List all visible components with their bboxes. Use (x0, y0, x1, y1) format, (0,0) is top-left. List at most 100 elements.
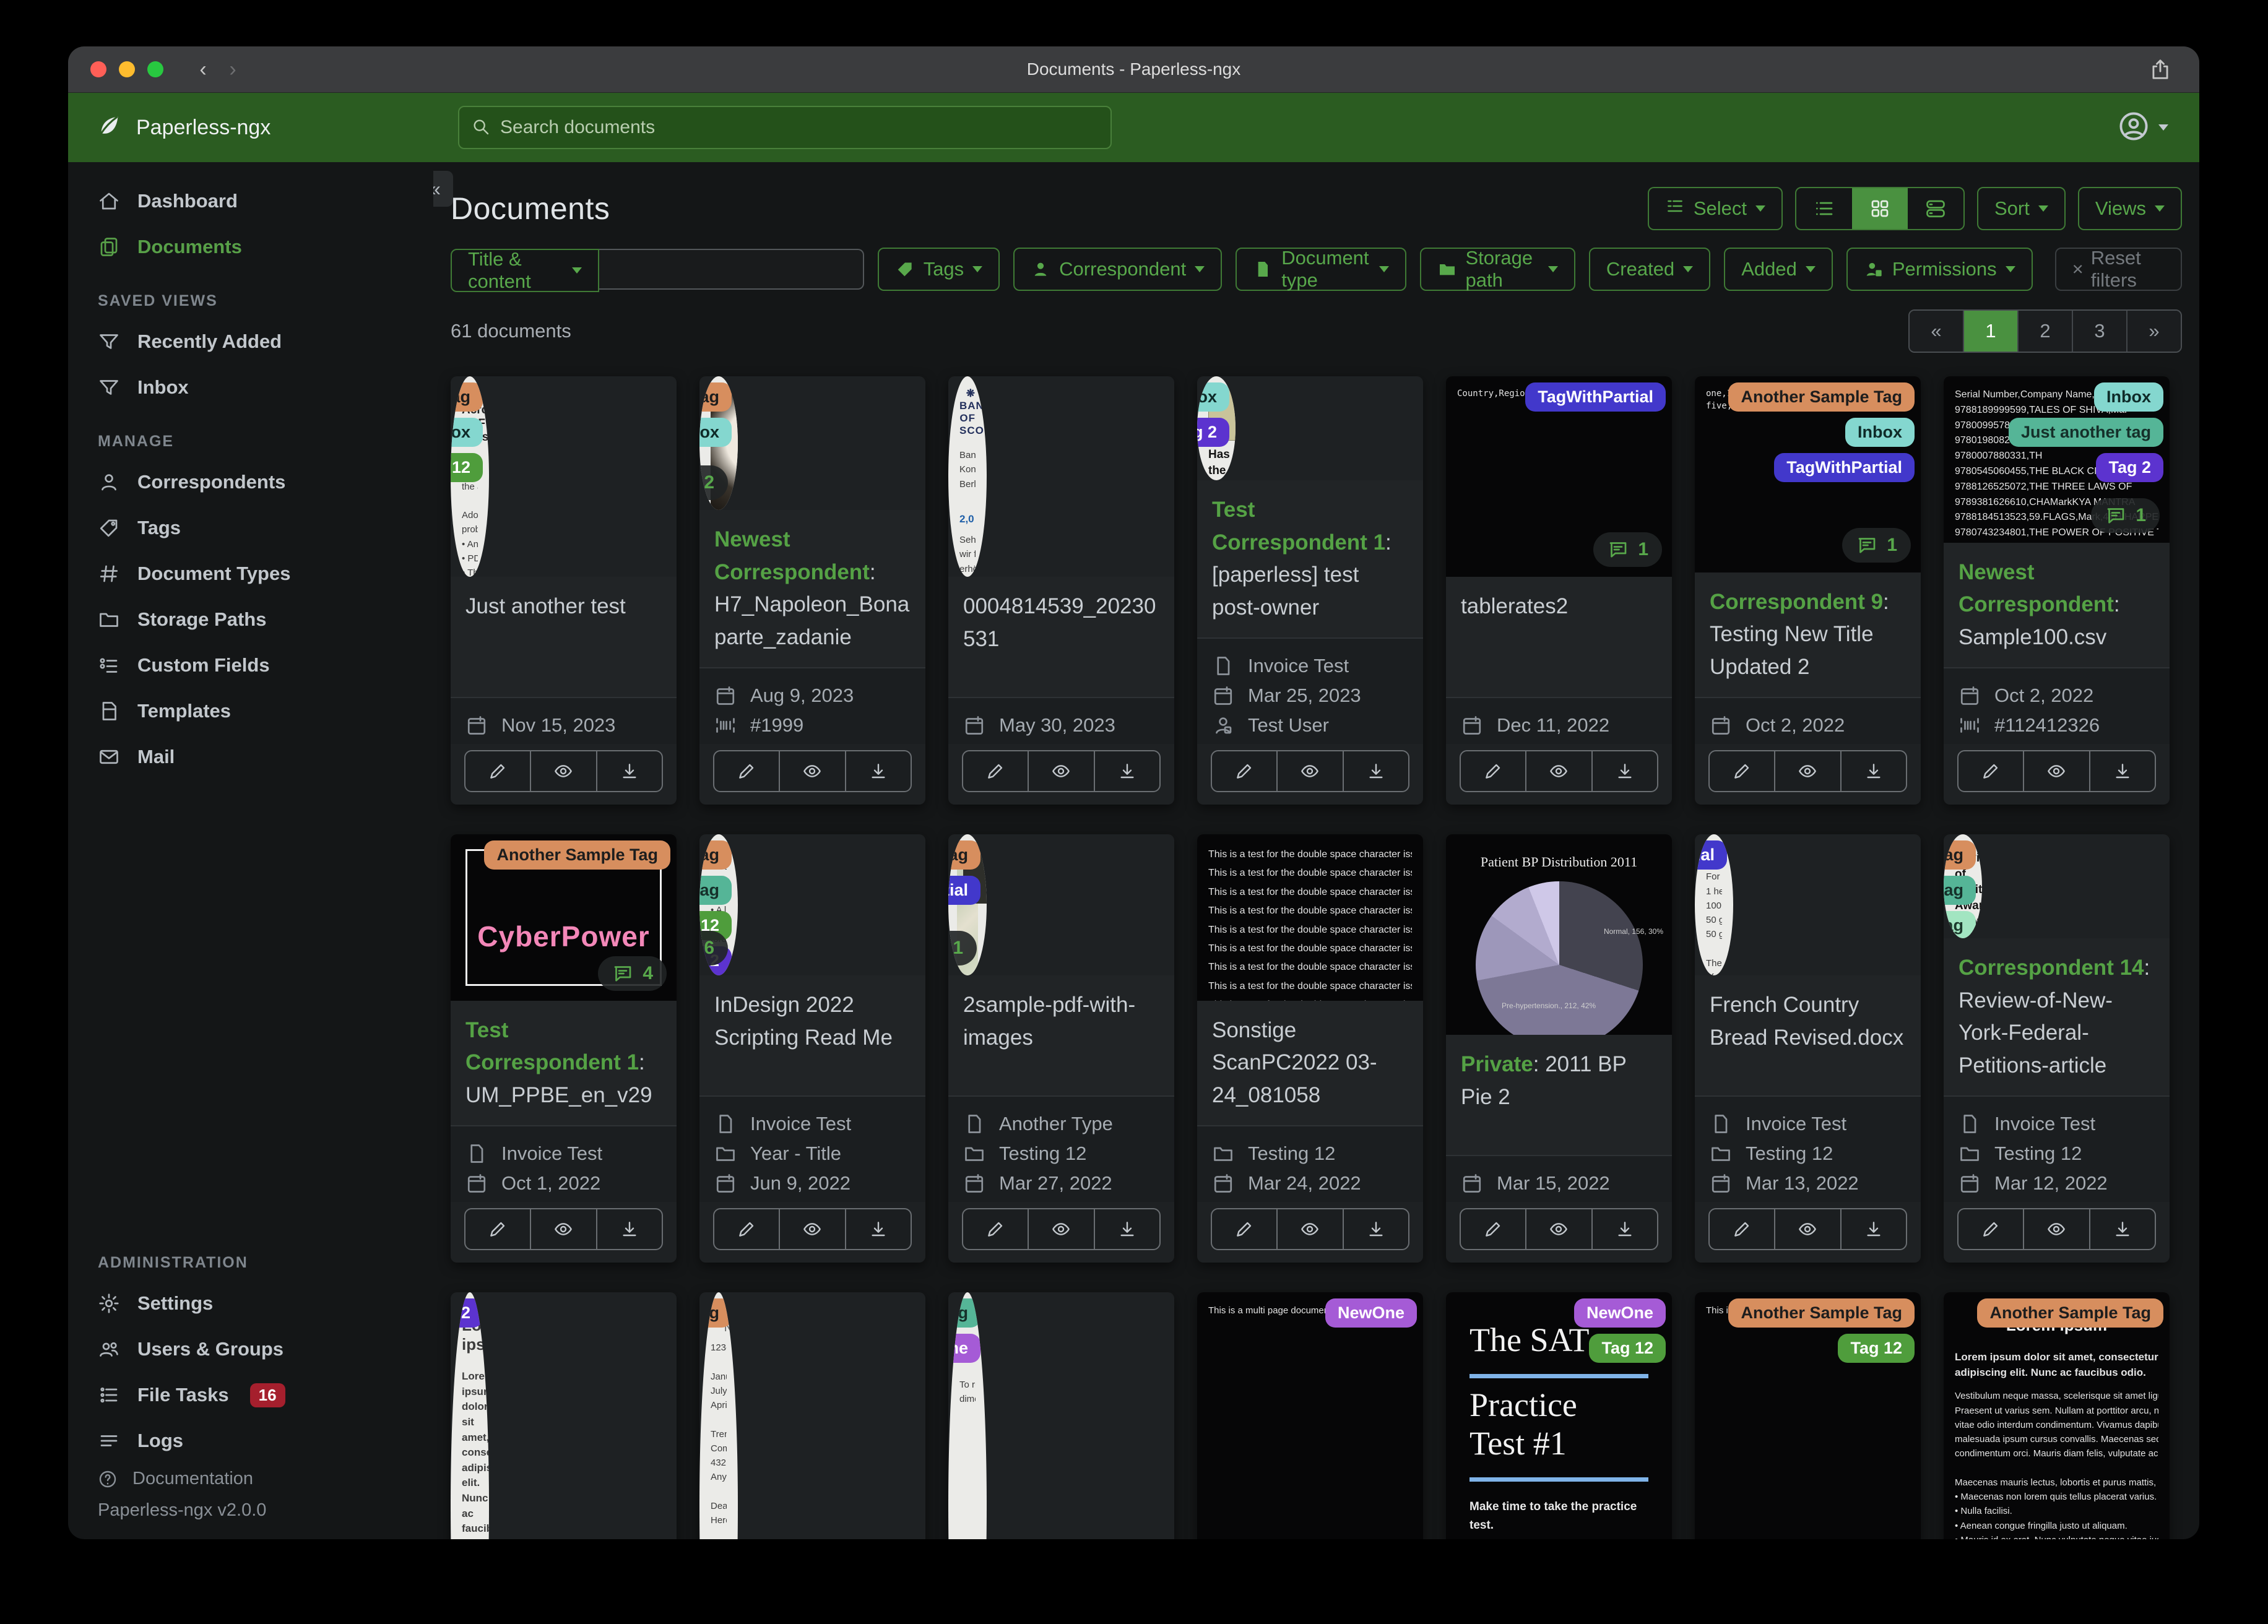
correspondent-link[interactable]: Newest Correspondent (1959, 560, 2114, 617)
sidebar-item-file-tasks[interactable]: File Tasks 16 (68, 1372, 433, 1418)
tag-badge[interactable]: Another Sample Tag (1944, 840, 1976, 870)
edit-button[interactable] (963, 1209, 1028, 1249)
filter-permissions-button[interactable]: Permissions (1846, 248, 2033, 291)
forward-icon[interactable]: › (220, 58, 245, 82)
edit-button[interactable] (1461, 1209, 1525, 1249)
tag-badge[interactable]: Tag 2 (451, 1298, 483, 1328)
sidebar-saved-view-recently-added[interactable]: Recently Added (68, 319, 433, 365)
document-card[interactable]: French Country BreadFor the Leaven1 heap… (1695, 834, 1921, 1263)
download-button[interactable] (844, 1209, 911, 1249)
tag-badge[interactable]: Tag 12 (1838, 1334, 1915, 1363)
document-thumbnail[interactable]: Test Name123-456-7890 January 2, 2022Jul… (699, 1292, 738, 1539)
document-thumbnail[interactable]: Adobe Acrobat PDF FilesAdobe® Portable D… (451, 376, 489, 577)
document-thumbnail[interactable]: Lorem ipsumLorem ipsum dolor sit amet, c… (451, 1292, 489, 1539)
tag-badge[interactable]: Just another tag (699, 876, 732, 905)
document-card[interactable]: Contact Sheet DemoGiven a set of image f… (948, 1292, 1174, 1539)
tag-badge[interactable]: TagWithPartial (948, 876, 980, 905)
tag-badge[interactable]: NewOne (1573, 1298, 1666, 1328)
preview-button[interactable] (530, 1209, 595, 1249)
sidebar-item-documents[interactable]: Documents (68, 224, 433, 270)
close-window-button[interactable] (90, 61, 106, 77)
download-button[interactable] (1342, 1209, 1408, 1249)
download-button[interactable] (2088, 1209, 2155, 1249)
tag-badge[interactable]: Inbox (1845, 418, 1915, 447)
document-thumbnail[interactable]: NAPOLEON BONAPARTEUrodzony w 1769 roku n… (699, 376, 738, 510)
back-icon[interactable]: ‹ (191, 58, 215, 82)
sidebar-item-tags[interactable]: Tags (68, 505, 433, 551)
document-title[interactable]: French Country Bread Revised.docx (1710, 989, 1906, 1054)
tag-badge[interactable]: Partial Tag (1944, 911, 1976, 938)
sidebar-item-storage-paths[interactable]: Storage Paths (68, 597, 433, 642)
document-title[interactable]: InDesign 2022 Scripting Read Me (714, 989, 911, 1054)
document-thumbnail[interactable]: CyberPowerPowerPanel® Business EditionUs… (451, 834, 677, 1001)
preview-button[interactable] (1276, 751, 1342, 791)
document-card[interactable]: ❋ BANK OF SCOTLAND Bank of Scotland • 105… (948, 376, 1174, 805)
view-grid-button[interactable] (1852, 188, 1908, 229)
tag-badge[interactable]: Another Sample Tag (1728, 1298, 1915, 1328)
document-card[interactable]: NAPOLEON BONAPARTEUrodzony w 1769 roku n… (699, 376, 925, 805)
pagination-page-3[interactable]: 3 (2072, 311, 2126, 352)
tag-badge[interactable]: NewOne (1325, 1298, 1417, 1328)
edit-button[interactable] (1710, 1209, 1774, 1249)
document-card[interactable]: Lorem ipsumLorem ipsum dolor sit amet, c… (1944, 1292, 2170, 1539)
document-thumbnail[interactable]: This is a testAnother Sample TagTag 12 (1695, 1292, 1921, 1539)
sidebar-item-custom-fields[interactable]: Custom Fields (68, 642, 433, 688)
tag-badge[interactable]: Just another tag (948, 1298, 980, 1328)
views-button[interactable]: Views (2077, 187, 2182, 230)
download-button[interactable] (844, 751, 911, 791)
tag-badge[interactable]: Just another tag (2008, 418, 2163, 447)
tag-badge[interactable]: Tag 2 (2096, 453, 2163, 482)
edit-button[interactable] (1212, 751, 1276, 791)
download-button[interactable] (1342, 751, 1408, 791)
document-card[interactable]: Serial Number,Company Name,Employe 978818… (1944, 376, 2170, 805)
preview-button[interactable] (779, 1209, 844, 1249)
document-card[interactable]: This is a multi page document. Page 1. Ne… (1197, 1292, 1423, 1539)
sidebar-item-templates[interactable]: Templates (68, 688, 433, 734)
tag-badge[interactable]: Inbox (451, 418, 483, 447)
filter-document-type-button[interactable]: Document type (1236, 247, 1406, 291)
user-menu[interactable] (2118, 110, 2168, 145)
sidebar-item-settings[interactable]: Settings (68, 1281, 433, 1326)
download-button[interactable] (1591, 1209, 1657, 1249)
preview-button[interactable] (1774, 751, 1840, 791)
filter-correspondent-button[interactable]: Correspondent (1013, 248, 1223, 291)
correspondent-link[interactable]: Correspondent 14 (1959, 956, 2144, 980)
document-title[interactable]: Correspondent 14: Review-of-New-York-Fed… (1959, 952, 2155, 1082)
title-content-input[interactable] (599, 249, 864, 290)
sidebar-saved-view-inbox[interactable]: Inbox (68, 365, 433, 410)
document-thumbnail[interactable]: French Country BreadFor the Leaven1 heap… (1695, 834, 1733, 975)
document-title[interactable]: tablerates2 (1461, 590, 1657, 623)
document-thumbnail[interactable]: Curabitur bibendum ante urna, sed blandi… (948, 834, 987, 975)
view-list-button[interactable] (1796, 188, 1852, 229)
sidebar-item-document-types[interactable]: Document Types (68, 551, 433, 597)
document-title[interactable]: 2sample-pdf-with-images (963, 989, 1159, 1054)
edit-button[interactable] (1959, 1209, 2023, 1249)
preview-button[interactable] (1525, 751, 1591, 791)
tag-badge[interactable]: Inbox (699, 418, 732, 447)
sidebar-item-correspondents[interactable]: Correspondents (68, 459, 433, 505)
document-title[interactable]: Test Correspondent 1: [paperless] test p… (1212, 494, 1408, 624)
document-thumbnail[interactable]: This is a multi page document. Page 1. Ne… (1197, 1292, 1423, 1539)
document-card[interactable]: This is a test for the double space char… (1197, 834, 1423, 1263)
document-thumbnail[interactable]: Country,Region/State,”Tab TagWithPartial 1 (1446, 376, 1672, 577)
tag-badge[interactable]: TagWithPartial (1774, 453, 1915, 482)
sidebar-item-dashboard[interactable]: Dashboard (68, 178, 433, 224)
minimize-window-button[interactable] (119, 61, 135, 77)
document-card[interactable]: Adobe Acrobat PDF FilesAdobe® Portable D… (451, 376, 677, 805)
correspondent-link[interactable]: Test Correspondent 1 (1212, 498, 1385, 555)
document-card[interactable]: Review of Arbitral Awards Shows Swift Re… (1944, 834, 2170, 1263)
share-icon[interactable] (2149, 58, 2172, 81)
app-brand[interactable]: Paperless-ngx (95, 111, 271, 145)
search-input[interactable] (499, 116, 1099, 139)
document-card[interactable]: Curabitur bibendum ante urna, sed blandi… (948, 834, 1174, 1263)
preview-button[interactable] (1774, 1209, 1840, 1249)
preview-button[interactable] (530, 751, 595, 791)
document-card[interactable]: Medical TeacherHas the new Kirkpatrick g… (1197, 376, 1423, 805)
document-thumbnail[interactable]: Serial Number,Company Name,Employe 978818… (1944, 376, 2170, 543)
document-thumbnail[interactable]: Medical TeacherHas the new Kirkpatrick g… (1197, 376, 1236, 480)
tag-badge[interactable]: Another Sample Tag (451, 382, 483, 412)
tag-badge[interactable]: Another Sample Tag (699, 382, 732, 412)
document-card[interactable]: Country,Region/State,”Tab TagWithPartial 1… (1446, 376, 1672, 805)
document-title[interactable]: Test Correspondent 1: UM_PPBE_en_v29 (465, 1014, 662, 1112)
reset-filters-button[interactable]: × Reset filters (2054, 247, 2182, 291)
